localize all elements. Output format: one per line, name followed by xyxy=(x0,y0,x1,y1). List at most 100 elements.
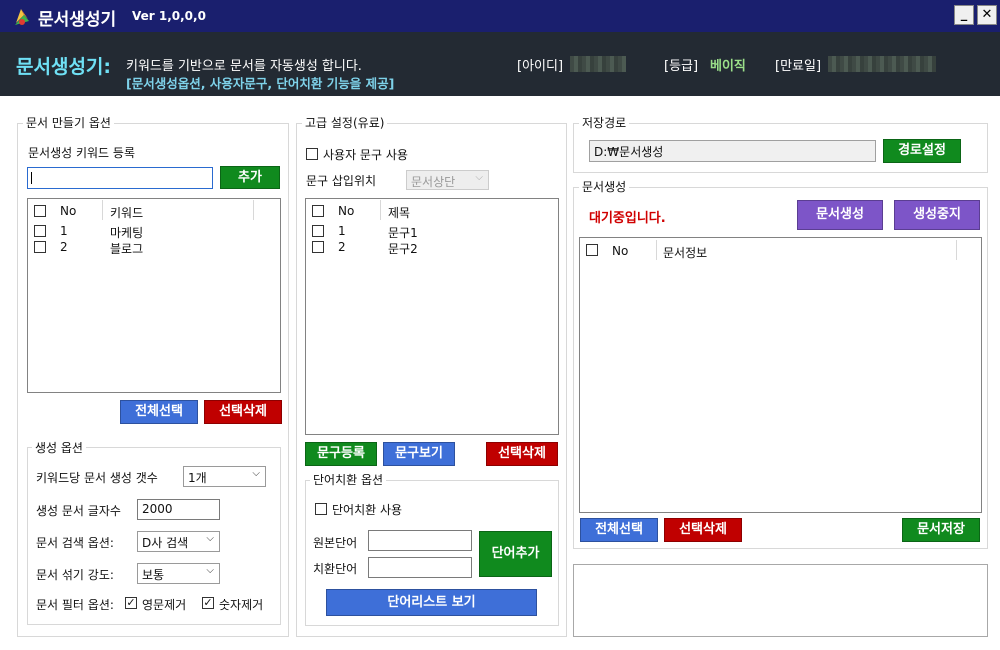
row-checkbox[interactable] xyxy=(34,241,46,253)
id-value-redacted xyxy=(570,56,626,72)
keyword-list-header: No 키워드 xyxy=(28,199,280,222)
use-word-replace-label: 단어치환 사용 xyxy=(332,503,403,517)
keyword-register-label: 문서생성 키워드 등록 xyxy=(28,146,135,160)
chevron-down-icon: ⌵ xyxy=(206,533,214,544)
insert-position-value: 문서상단 xyxy=(411,175,456,189)
doc-select-all-button[interactable]: 전체선택 xyxy=(580,518,658,542)
set-path-button[interactable]: 경로설정 xyxy=(883,139,961,163)
column-divider xyxy=(956,240,957,260)
save-doc-button[interactable]: 문서저장 xyxy=(902,518,980,542)
generate-doc-button[interactable]: 문서생성 xyxy=(797,200,883,230)
list-item[interactable]: 1 문구1 xyxy=(306,224,558,240)
grade-label: [등급] xyxy=(664,59,699,74)
keyword-select-all-button[interactable]: 전체선택 xyxy=(120,400,198,424)
keyword-list[interactable]: No 키워드 1 마케팅 2 블로그 xyxy=(27,198,281,393)
chevron-down-icon: ⌵ xyxy=(206,565,214,576)
phrase-list-header: No 제목 xyxy=(306,199,558,222)
column-title: 제목 xyxy=(388,206,411,220)
insert-position-label: 문구 삽입위치 xyxy=(306,174,377,188)
grade-value: 베이직 xyxy=(710,59,746,74)
chars-label: 생성 문서 글자수 xyxy=(36,504,121,518)
gen-options-title: 생성 옵션 xyxy=(32,439,86,456)
column-divider xyxy=(380,200,381,220)
word-replace-title: 단어치환 옵션 xyxy=(310,471,387,488)
add-keyword-button[interactable]: 추가 xyxy=(220,166,280,189)
list-item[interactable]: 1 마케팅 xyxy=(28,224,280,240)
insert-position-dropdown[interactable]: 문서상단 ⌵ xyxy=(406,170,489,190)
word-list-view-button[interactable]: 단어리스트 보기 xyxy=(326,589,537,616)
keyword-no: 2 xyxy=(60,240,68,254)
phrase-no: 1 xyxy=(338,224,346,238)
column-divider xyxy=(656,240,657,260)
app-title: 문서생성기 xyxy=(38,10,117,30)
app-version: Ver 1,0,0,0 xyxy=(132,9,206,23)
phrase-view-button[interactable]: 문구보기 xyxy=(383,442,455,466)
shuffle-dropdown[interactable]: 보통 ⌵ xyxy=(137,563,220,584)
column-no: No xyxy=(60,204,77,218)
row-checkbox[interactable] xyxy=(34,225,46,237)
id-label: [아이디] xyxy=(517,59,564,74)
count-dropdown[interactable]: 1개 ⌵ xyxy=(183,466,266,487)
source-word-label: 원본단어 xyxy=(313,536,358,550)
doc-list[interactable]: No 문서정보 xyxy=(579,237,982,513)
doc-list-header: No 문서정보 xyxy=(580,238,981,262)
add-word-button[interactable]: 단어추가 xyxy=(479,531,552,577)
doc-gen-title: 문서생성 xyxy=(579,178,630,195)
chars-input[interactable]: 2000 xyxy=(137,499,220,520)
header-feature-summary: [문서생성옵션, 사용자문구, 단어치환 기능을 제공] xyxy=(126,76,395,91)
status-text: 대기중입니다. xyxy=(589,211,666,226)
keyword-input[interactable] xyxy=(27,167,213,189)
column-doc-info: 문서정보 xyxy=(663,246,708,260)
phrase-list[interactable]: No 제목 1 문구1 2 문구2 xyxy=(305,198,559,435)
log-textarea[interactable] xyxy=(573,564,988,637)
column-divider xyxy=(102,200,103,220)
replace-word-label: 치환단어 xyxy=(313,562,358,576)
keyword-delete-selected-button[interactable]: 선택삭제 xyxy=(204,400,282,424)
phrase-title: 문구1 xyxy=(388,226,418,240)
phrase-register-button[interactable]: 문구등록 xyxy=(305,442,377,466)
keyword-select-all-checkbox[interactable] xyxy=(34,205,46,217)
shuffle-label: 문서 섞기 강도: xyxy=(36,568,114,582)
row-checkbox[interactable] xyxy=(312,225,324,237)
use-user-phrase-checkbox[interactable] xyxy=(306,148,318,160)
keyword-no: 1 xyxy=(60,224,68,238)
search-option-label: 문서 검색 옵션: xyxy=(36,536,114,550)
phrase-select-all-checkbox[interactable] xyxy=(312,205,324,217)
advanced-settings-title: 고급 설정(유료) xyxy=(302,114,388,131)
count-value: 1개 xyxy=(188,471,207,485)
save-path-input[interactable]: D:₩문서생성 xyxy=(589,140,876,162)
expiry-label: [만료일] xyxy=(775,59,822,74)
header-banner: 문서생성기: 키워드를 기반으로 문서를 자동생성 합니다. [문서생성옵션, … xyxy=(0,32,1000,96)
title-bar: 문서생성기 Ver 1,0,0,0 _ ✕ xyxy=(0,0,1000,32)
phrase-title: 문구2 xyxy=(388,242,418,256)
minimize-button[interactable]: _ xyxy=(954,5,974,25)
column-keyword: 키워드 xyxy=(110,206,144,220)
shuffle-value: 보통 xyxy=(142,568,165,582)
row-checkbox[interactable] xyxy=(312,241,324,253)
column-no: No xyxy=(338,204,355,218)
doc-select-all-checkbox[interactable] xyxy=(586,244,598,256)
search-option-dropdown[interactable]: D사 검색 ⌵ xyxy=(137,531,220,552)
use-word-replace-checkbox[interactable] xyxy=(315,503,327,515)
list-item[interactable]: 2 문구2 xyxy=(306,240,558,256)
stop-generation-button[interactable]: 생성중지 xyxy=(894,200,980,230)
source-word-input[interactable] xyxy=(368,530,472,551)
use-user-phrase-label: 사용자 문구 사용 xyxy=(323,148,408,162)
filter-english-checkbox[interactable]: ✓ xyxy=(125,597,137,609)
replace-word-input[interactable] xyxy=(368,557,472,578)
close-button[interactable]: ✕ xyxy=(977,5,997,25)
column-divider xyxy=(253,200,254,220)
doc-delete-selected-button[interactable]: 선택삭제 xyxy=(664,518,742,542)
list-item[interactable]: 2 블로그 xyxy=(28,240,280,256)
count-label: 키워드당 문서 생성 갯수 xyxy=(36,471,158,485)
keyword-text: 마케팅 xyxy=(110,226,144,240)
doc-options-title: 문서 만들기 옵션 xyxy=(23,114,114,131)
filter-english-label: 영문제거 xyxy=(142,598,187,612)
phrase-delete-button[interactable]: 선택삭제 xyxy=(486,442,558,466)
filter-number-checkbox[interactable]: ✓ xyxy=(202,597,214,609)
header-brand: 문서생성기: xyxy=(16,56,111,78)
filter-number-label: 숫자제거 xyxy=(219,598,264,612)
filter-label: 문서 필터 옵션: xyxy=(36,598,114,612)
save-path-title: 저장경로 xyxy=(579,114,630,131)
chevron-down-icon: ⌵ xyxy=(252,468,260,479)
